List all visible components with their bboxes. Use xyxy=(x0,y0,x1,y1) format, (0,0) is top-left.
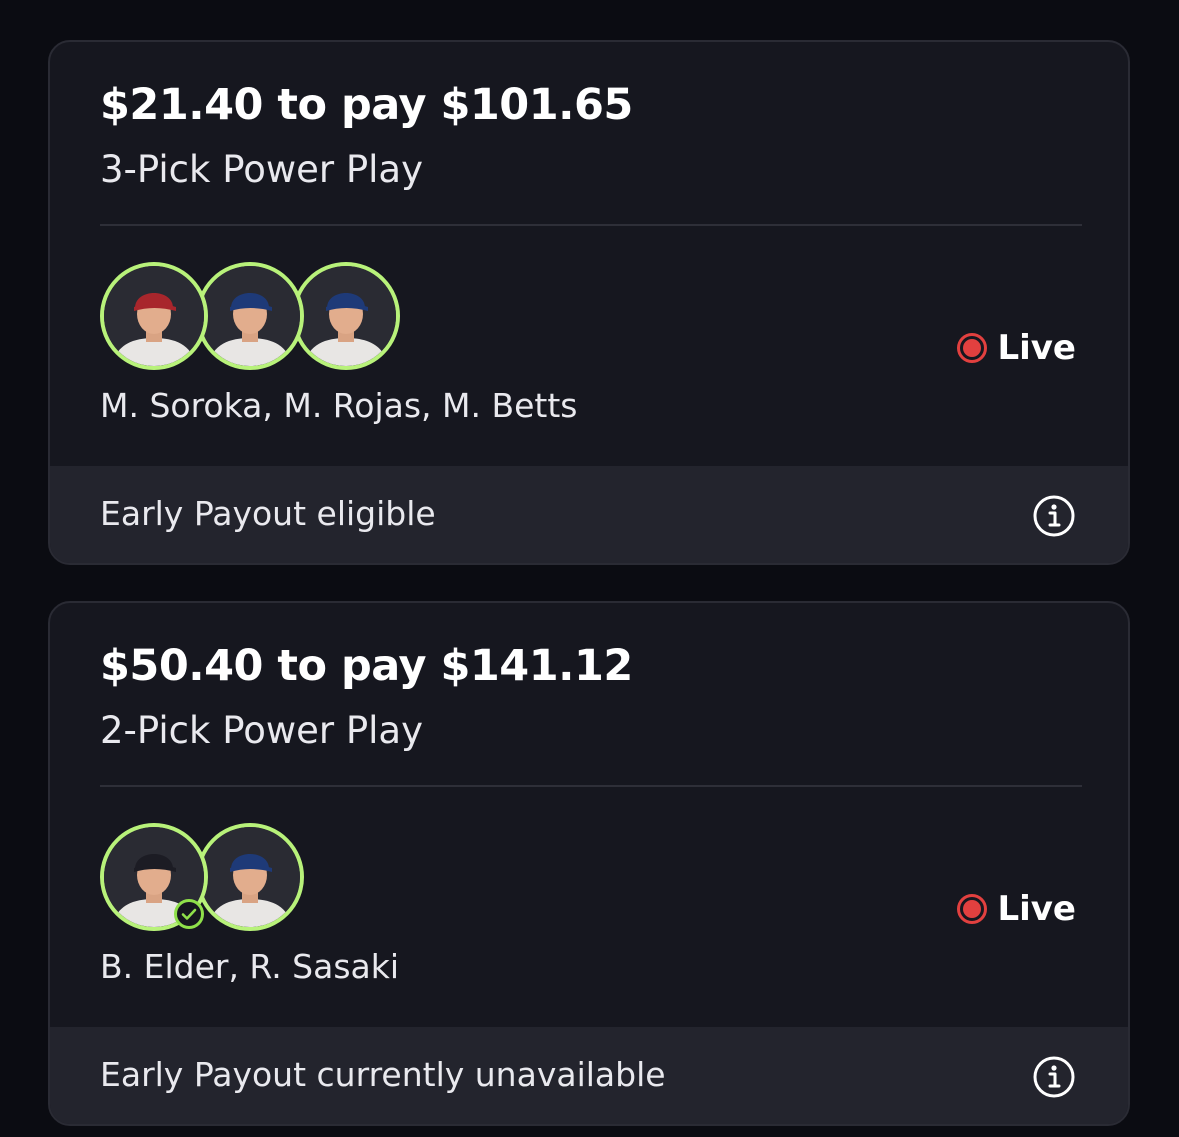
entry-card[interactable]: $21.40 to pay $101.65 3-Pick Power Play … xyxy=(48,40,1130,565)
info-icon[interactable] xyxy=(1032,494,1076,538)
player-avatar[interactable] xyxy=(100,262,208,370)
player-headshot-icon xyxy=(104,266,204,366)
entry-card[interactable]: $50.40 to pay $141.12 2-Pick Power Play … xyxy=(48,601,1130,1126)
live-label: Live xyxy=(997,328,1076,368)
entry-card-body[interactable]: $21.40 to pay $101.65 3-Pick Power Play … xyxy=(50,42,1128,466)
live-record-icon xyxy=(957,894,988,924)
live-record-icon xyxy=(957,333,988,363)
live-label: Live xyxy=(997,889,1076,929)
entry-title: $50.40 to pay $141.12 xyxy=(100,641,633,691)
early-payout-footer[interactable]: Early Payout currently unavailable xyxy=(50,1027,1128,1124)
entry-subtitle: 3-Pick Power Play xyxy=(100,148,423,191)
divider xyxy=(100,785,1082,787)
entry-title: $21.40 to pay $101.65 xyxy=(100,80,633,130)
early-payout-label: Early Payout eligible xyxy=(100,494,436,533)
entry-card-body[interactable]: $50.40 to pay $141.12 2-Pick Power Play … xyxy=(50,603,1128,1027)
player-names: M. Soroka, M. Rojas, M. Betts xyxy=(100,386,578,425)
divider xyxy=(100,224,1082,226)
player-headshot-icon xyxy=(200,827,300,927)
player-headshot-icon xyxy=(296,266,396,366)
player-avatar[interactable] xyxy=(196,823,304,931)
player-names: B. Elder, R. Sasaki xyxy=(100,947,400,986)
early-payout-label: Early Payout currently unavailable xyxy=(100,1055,666,1094)
page: $21.40 to pay $101.65 3-Pick Power Play … xyxy=(0,0,1179,1137)
entry-subtitle: 2-Pick Power Play xyxy=(100,709,423,752)
player-avatar[interactable] xyxy=(196,262,304,370)
player-headshot-icon xyxy=(200,266,300,366)
player-avatar[interactable] xyxy=(292,262,400,370)
early-payout-footer[interactable]: Early Payout eligible xyxy=(50,466,1128,563)
checkmark-icon xyxy=(174,899,204,929)
live-status: Live xyxy=(957,328,1076,368)
live-status: Live xyxy=(957,889,1076,929)
info-icon[interactable] xyxy=(1032,1055,1076,1099)
